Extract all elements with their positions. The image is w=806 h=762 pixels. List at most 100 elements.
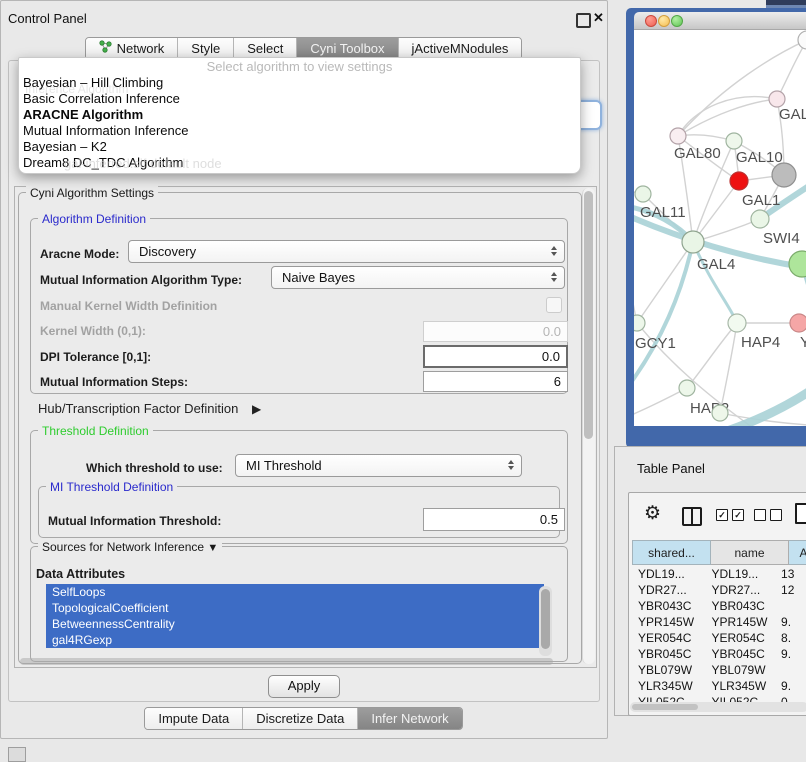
attribute-item-selfloops[interactable]: SelfLoops	[46, 584, 544, 600]
node-swi4[interactable]	[751, 210, 769, 228]
panel-corner-grip[interactable]	[8, 747, 26, 762]
table-row[interactable]: YDR27...YDR27...12	[632, 582, 806, 598]
column-header-shared-[interactable]: shared...	[632, 540, 711, 565]
table-cell[interactable]: 9.	[778, 646, 806, 662]
aracne-mode-select[interactable]: Discovery	[128, 240, 565, 263]
column-header-a[interactable]: A	[789, 540, 806, 565]
node-unlabeled-gray[interactable]	[772, 163, 796, 187]
minimize-window-icon[interactable]	[658, 15, 670, 27]
mi-steps-field[interactable]: 6	[423, 371, 568, 392]
attributes-list-scrollbar-thumb[interactable]	[541, 589, 550, 649]
table-row[interactable]: YBL079WYBL079W	[632, 662, 806, 678]
tab-cyni-toolbox[interactable]: Cyni Toolbox	[297, 38, 398, 59]
close-window-icon[interactable]	[645, 15, 657, 27]
mi-algorithm-type-label: Mutual Information Algorithm Type:	[40, 273, 242, 287]
checked-box-icon: ✓	[716, 509, 728, 521]
table-cell[interactable]: YPR145W	[705, 614, 778, 630]
node-y-partial[interactable]	[790, 314, 806, 332]
tab-impute-data[interactable]: Impute Data	[145, 708, 243, 729]
table-cell[interactable]: 12	[778, 582, 806, 598]
apply-button[interactable]: Apply	[268, 675, 340, 698]
table-cell[interactable]: YER054C	[632, 630, 705, 646]
table-cell[interactable]: 8.	[778, 630, 806, 646]
table-row[interactable]: YDL19...YDL19...13	[632, 566, 806, 582]
table-cell[interactable]: YER054C	[705, 630, 778, 646]
node-top-partial[interactable]	[798, 31, 806, 49]
attribute-item-topologicalcoefficient[interactable]: TopologicalCoefficient	[46, 600, 544, 616]
float-panel-icon[interactable]	[576, 13, 591, 28]
data-attributes-list[interactable]: SelfLoopsTopologicalCoefficientBetweenne…	[46, 584, 556, 656]
node-gal11[interactable]	[635, 186, 651, 202]
table-cell[interactable]: YBL079W	[705, 662, 778, 678]
table-row[interactable]: YPR145WYPR145W9.	[632, 614, 806, 630]
mi-steps-label: Mutual Information Steps:	[40, 375, 188, 389]
tab-style[interactable]: Style	[178, 38, 234, 59]
table-hscrollbar-thumb[interactable]	[632, 704, 698, 710]
table-cell[interactable]: YLR345W	[632, 678, 705, 694]
table-cell[interactable]: 13	[778, 566, 806, 582]
table-cell[interactable]: YDL19...	[705, 566, 778, 582]
table-cell[interactable]	[778, 662, 806, 678]
node-gal7[interactable]	[769, 91, 785, 107]
algorithm-option-aracne-algorithm[interactable]: ARACNE Algorithm	[19, 107, 580, 123]
attribute-item-gal4rgexp[interactable]: gal4RGexp	[46, 632, 544, 648]
tab-network[interactable]: Network	[86, 38, 179, 59]
hub-transcription-factor-section[interactable]: Hub/Transcription Factor Definition ▶	[38, 401, 261, 416]
node-gal80[interactable]	[670, 128, 686, 144]
deselect-all-columns-icon[interactable]	[754, 509, 782, 521]
node-label-y: Y	[800, 334, 806, 351]
column-header-name[interactable]: name	[711, 540, 789, 565]
collapsed-arrow-icon[interactable]: ▶	[252, 402, 261, 416]
table-cell[interactable]: YDL19...	[632, 566, 705, 582]
expanded-arrow-icon[interactable]: ▼	[207, 542, 218, 554]
close-panel-icon[interactable]: ✕	[593, 10, 604, 26]
table-cell[interactable]: YDR27...	[705, 582, 778, 598]
table-row[interactable]: YBR043CYBR043C	[632, 598, 806, 614]
table-cell[interactable]: YBR043C	[632, 598, 705, 614]
algorithm-option-bayesian-k2[interactable]: Bayesian – K2	[19, 139, 580, 155]
kernel-width-field[interactable]: 0.0	[423, 321, 568, 342]
mi-algorithm-type-select[interactable]: Naive Bayes	[271, 266, 565, 289]
zoom-window-icon[interactable]	[671, 15, 683, 27]
table-row[interactable]: YBR045CYBR045C9.	[632, 646, 806, 662]
tab-discretize-data[interactable]: Discretize Data	[243, 708, 358, 729]
show-columns-icon[interactable]	[682, 507, 702, 526]
table-settings-gear-icon[interactable]: ⚙	[644, 504, 661, 524]
manual-kernel-width-checkbox[interactable]	[546, 297, 562, 313]
select-all-columns-icon[interactable]: ✓ ✓	[716, 509, 744, 521]
tab-infer-network[interactable]: Infer Network	[358, 708, 461, 729]
network-canvas[interactable]: GAL7GAL80GAL10GAL1GAL11SWI4GAL4GCY1HAP4Y…	[634, 30, 806, 426]
sources-group-title[interactable]: Sources for Network Inference ▼	[38, 540, 222, 554]
node-gal10[interactable]	[726, 133, 742, 149]
settings-vscrollbar-thumb[interactable]	[584, 191, 593, 439]
table-cell[interactable]: 9.	[778, 678, 806, 694]
table-cell[interactable]: YBL079W	[632, 662, 705, 678]
ghost-network-select-text: gal-inferred.sif default node	[64, 156, 222, 171]
table-cell[interactable]: YLR345W	[705, 678, 778, 694]
node-bottom-partial[interactable]	[712, 405, 728, 421]
table-cell[interactable]: YBR045C	[632, 646, 705, 662]
tab-jactivemnodules[interactable]: jActiveMNodules	[399, 38, 522, 59]
node-gal4[interactable]	[682, 231, 704, 253]
dpi-tolerance-field[interactable]: 0.0	[423, 345, 568, 368]
table-row[interactable]: YLR345WYLR345W9.	[632, 678, 806, 694]
tab-select[interactable]: Select	[234, 38, 297, 59]
node-hap4[interactable]	[728, 314, 746, 332]
table-row[interactable]: YER054CYER054C8.	[632, 630, 806, 646]
table-cell[interactable]: 9.	[778, 614, 806, 630]
node-hap2[interactable]	[679, 380, 695, 396]
which-threshold-select[interactable]: MI Threshold	[235, 454, 522, 477]
mi-threshold-field[interactable]: 0.5	[423, 508, 565, 531]
table-cell[interactable]: YBR045C	[705, 646, 778, 662]
table-cell[interactable]: YBR043C	[705, 598, 778, 614]
node-gal1[interactable]	[730, 172, 748, 190]
attribute-item-betweennesscentrality[interactable]: BetweennessCentrality	[46, 616, 544, 632]
algorithm-option-mutual-information-inference[interactable]: Mutual Information Inference	[19, 123, 580, 139]
table-cell[interactable]: YPR145W	[632, 614, 705, 630]
export-table-icon[interactable]	[795, 503, 806, 524]
table-cell[interactable]	[778, 598, 806, 614]
table-cell[interactable]: YDR27...	[632, 582, 705, 598]
network-edge	[637, 242, 693, 323]
node-gcy1[interactable]	[634, 315, 645, 331]
node-bright-green[interactable]	[789, 251, 806, 277]
